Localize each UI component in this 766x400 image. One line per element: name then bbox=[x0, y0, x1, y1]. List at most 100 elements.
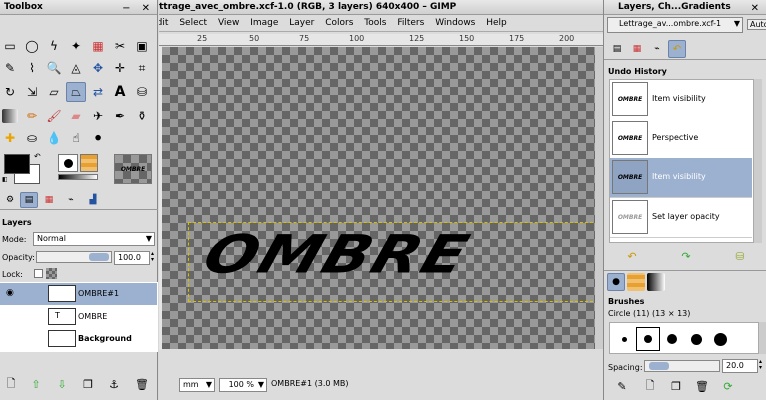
undo-list-scrollbar[interactable] bbox=[754, 79, 762, 243]
menu-windows[interactable]: Windows bbox=[435, 16, 475, 30]
redo-icon[interactable]: ↷ bbox=[678, 248, 694, 264]
menu-colors[interactable]: Colors bbox=[325, 16, 353, 30]
edit-brush-icon[interactable]: ✎ bbox=[614, 378, 630, 394]
unit-select[interactable]: mm ▼ bbox=[179, 378, 215, 392]
tab-channels-icon[interactable]: ▦ bbox=[628, 40, 646, 58]
pencil-tool-icon[interactable]: ✏ bbox=[22, 106, 42, 126]
new-brush-icon[interactable]: 🗋 bbox=[642, 378, 658, 394]
bucket-fill-tool-icon[interactable]: ⛁ bbox=[132, 82, 152, 102]
spacing-slider[interactable] bbox=[644, 360, 720, 372]
spacing-spinbox[interactable]: 20.0 bbox=[722, 359, 758, 373]
brush-item[interactable] bbox=[612, 327, 636, 351]
image-window-titlebar[interactable]: ttrage_avec_ombre.xcf-1.0 (RGB, 3 layers… bbox=[159, 0, 603, 15]
menu-layer[interactable]: Layer bbox=[289, 16, 314, 30]
tab-undo-icon[interactable]: ↶ bbox=[668, 40, 686, 58]
move-tool-icon[interactable]: ✥ bbox=[88, 58, 108, 78]
menu-select[interactable]: Select bbox=[179, 16, 207, 30]
paintbrush-tool-icon[interactable]: 🖌 bbox=[44, 106, 64, 126]
undo-icon[interactable]: ↶ bbox=[624, 248, 640, 264]
tab-paths-icon[interactable]: ⌁ bbox=[62, 192, 80, 208]
undo-item[interactable]: OMBRE Item visibility bbox=[610, 158, 752, 198]
airbrush-tool-icon[interactable]: ✈ bbox=[88, 106, 108, 126]
opacity-slider[interactable] bbox=[36, 251, 112, 263]
opacity-spinbox[interactable]: 100.0 bbox=[114, 251, 150, 265]
brushes-scrollbar[interactable] bbox=[759, 322, 766, 354]
ellipse-select-tool-icon[interactable]: ◯ bbox=[22, 36, 42, 56]
tab-layers-icon[interactable]: ▤ bbox=[20, 192, 38, 208]
scale-tool-icon[interactable]: ⇲ bbox=[22, 82, 42, 102]
flip-tool-icon[interactable]: ⇄ bbox=[88, 82, 108, 102]
layer-row[interactable]: ◉ OMBRE#1 bbox=[0, 283, 157, 305]
tab-paths-icon[interactable]: ⌁ bbox=[648, 40, 666, 58]
image-canvas[interactable]: OMBRE bbox=[162, 47, 603, 349]
swap-colors-icon[interactable]: ↶ bbox=[34, 152, 41, 161]
brush-item[interactable] bbox=[708, 327, 732, 351]
spacing-slider-handle[interactable] bbox=[649, 362, 669, 370]
menu-help[interactable]: Help bbox=[486, 16, 507, 30]
vertical-scrollbar[interactable] bbox=[595, 47, 603, 349]
menu-view[interactable]: View bbox=[218, 16, 239, 30]
layer-row[interactable]: T OMBRE bbox=[0, 306, 157, 328]
tab-layers-icon[interactable]: ▤ bbox=[608, 40, 626, 58]
foreground-select-tool-icon[interactable]: ▣ bbox=[132, 36, 152, 56]
text-tool-icon[interactable]: A bbox=[110, 82, 130, 102]
window-controls[interactable]: ✕ bbox=[751, 1, 763, 16]
right-dock-titlebar[interactable]: Layers, Ch...Gradients ✕ bbox=[604, 0, 766, 15]
perspective-tool-icon[interactable]: ⏢ bbox=[66, 82, 86, 102]
tab-tool-options-icon[interactable]: ⚙ bbox=[2, 192, 18, 208]
blur-tool-icon[interactable]: 💧 bbox=[44, 128, 64, 148]
measure-tool-icon[interactable]: ◬ bbox=[66, 58, 86, 78]
image-selector[interactable]: Lettrage_av...ombre.xcf-1 ▼ bbox=[607, 17, 743, 33]
crop-tool-icon[interactable]: ⌗ bbox=[132, 58, 152, 78]
anchor-layer-icon[interactable]: ⚓ bbox=[106, 376, 122, 392]
smudge-tool-icon[interactable]: ☝ bbox=[66, 128, 86, 148]
dodge-burn-tool-icon[interactable]: ⚫ bbox=[88, 128, 108, 148]
spacing-stepper-icon[interactable]: ▴ ▾ bbox=[759, 359, 762, 371]
duplicate-layer-icon[interactable]: ❐ bbox=[80, 376, 96, 392]
tab-histogram-icon[interactable]: ▟ bbox=[84, 192, 102, 208]
active-image-preview[interactable]: OMBRE bbox=[114, 154, 152, 184]
opacity-slider-handle[interactable] bbox=[89, 253, 109, 261]
mode-select[interactable]: Normal ▼ bbox=[33, 232, 155, 246]
gradient-indicator[interactable] bbox=[58, 174, 98, 180]
color-select-tool-icon[interactable]: ▦ bbox=[88, 36, 108, 56]
blend-tool-icon[interactable] bbox=[2, 109, 18, 123]
tab-brushes-icon[interactable]: ● bbox=[607, 273, 625, 291]
brush-item[interactable] bbox=[684, 327, 708, 351]
tab-gradients-icon[interactable] bbox=[647, 273, 665, 291]
pattern-indicator[interactable] bbox=[80, 154, 98, 172]
menu-filters[interactable]: Filters bbox=[397, 16, 424, 30]
layer-row[interactable]: Background bbox=[0, 328, 157, 350]
clear-history-icon[interactable]: ⛁ bbox=[732, 248, 748, 264]
align-tool-icon[interactable]: ✛ bbox=[110, 58, 130, 78]
brush-item[interactable] bbox=[636, 327, 660, 351]
paths-tool-icon[interactable]: ✎ bbox=[0, 58, 20, 78]
refresh-brushes-icon[interactable]: ⟳ bbox=[720, 378, 736, 394]
free-select-tool-icon[interactable]: ϟ bbox=[44, 36, 64, 56]
color-picker-tool-icon[interactable]: ⌇ bbox=[22, 58, 42, 78]
clone-tool-icon[interactable]: ⚱ bbox=[132, 106, 152, 126]
eye-icon[interactable]: ◉ bbox=[6, 288, 14, 298]
heal-tool-icon[interactable]: ✚ bbox=[0, 128, 20, 148]
undo-item[interactable]: OMBRE Item visibility bbox=[610, 80, 752, 120]
foreground-color-swatch-front[interactable] bbox=[4, 154, 30, 174]
brush-item[interactable] bbox=[660, 327, 684, 351]
delete-layer-icon[interactable]: 🗑 bbox=[134, 376, 150, 392]
shear-tool-icon[interactable]: ▱ bbox=[44, 82, 64, 102]
undo-item[interactable]: OMBRE Set layer opacity bbox=[610, 198, 752, 238]
menu-edit[interactable]: Edit bbox=[159, 16, 168, 30]
fuzzy-select-tool-icon[interactable]: ✦ bbox=[66, 36, 86, 56]
rect-select-tool-icon[interactable]: ▭ bbox=[0, 36, 20, 56]
scissors-tool-icon[interactable]: ✂ bbox=[110, 36, 130, 56]
window-controls[interactable]: − ✕ bbox=[122, 1, 154, 16]
zoom-select[interactable]: 100 % ▼ bbox=[219, 378, 267, 392]
perspective-clone-tool-icon[interactable]: ⛀ bbox=[22, 128, 42, 148]
lock-pixels-checkbox[interactable] bbox=[34, 269, 43, 278]
raise-layer-icon[interactable]: ⇧ bbox=[28, 376, 44, 392]
menu-tools[interactable]: Tools bbox=[364, 16, 386, 30]
default-colors-icon[interactable]: ◧ bbox=[2, 176, 8, 183]
opacity-stepper-icon[interactable]: ▴ ▾ bbox=[151, 251, 154, 263]
menu-image[interactable]: Image bbox=[250, 16, 278, 30]
lock-alpha-icon[interactable] bbox=[46, 268, 57, 279]
rotate-tool-icon[interactable]: ↻ bbox=[0, 82, 20, 102]
